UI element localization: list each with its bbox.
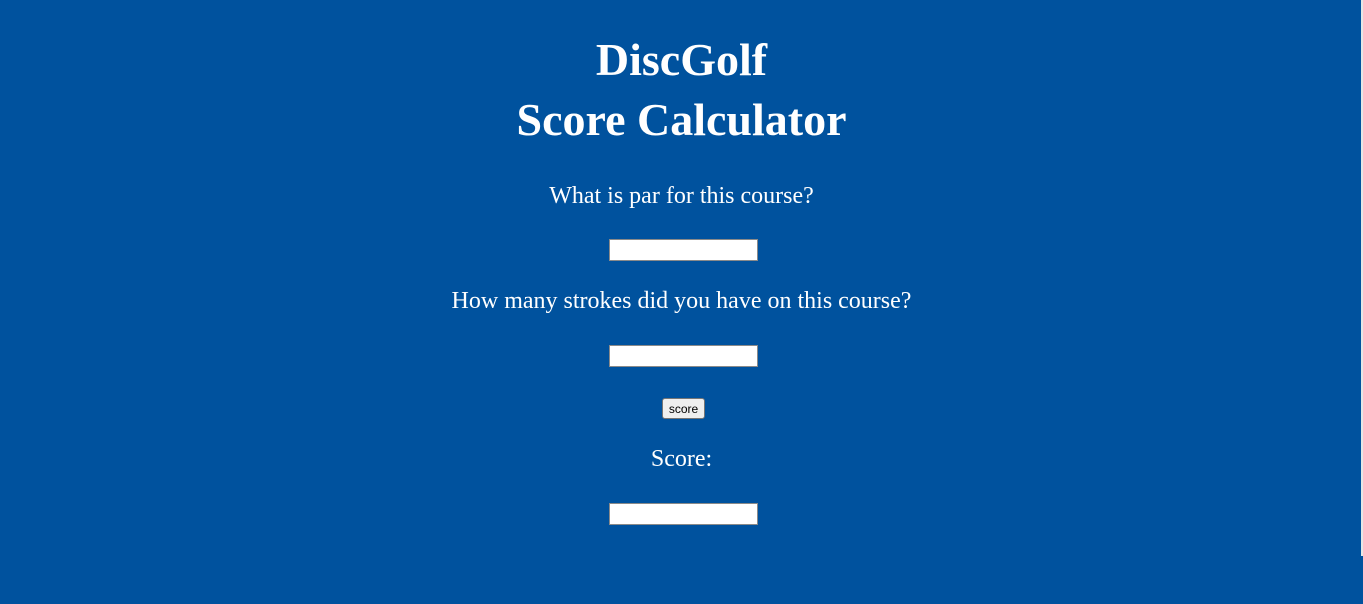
page-title-line-2: Score Calculator (516, 94, 847, 145)
par-input[interactable] (609, 239, 758, 261)
score-button[interactable]: score (662, 398, 705, 419)
strokes-input[interactable] (609, 345, 758, 367)
score-output-field[interactable] (609, 503, 758, 525)
page-title-line-1: DiscGolf (595, 34, 768, 85)
score-label: Score: (650, 446, 713, 472)
page: DiscGolf Score Calculator What is par fo… (0, 0, 1363, 604)
par-label: What is par for this course? (549, 183, 814, 209)
strokes-label: How many strokes did you have on this co… (451, 288, 912, 314)
